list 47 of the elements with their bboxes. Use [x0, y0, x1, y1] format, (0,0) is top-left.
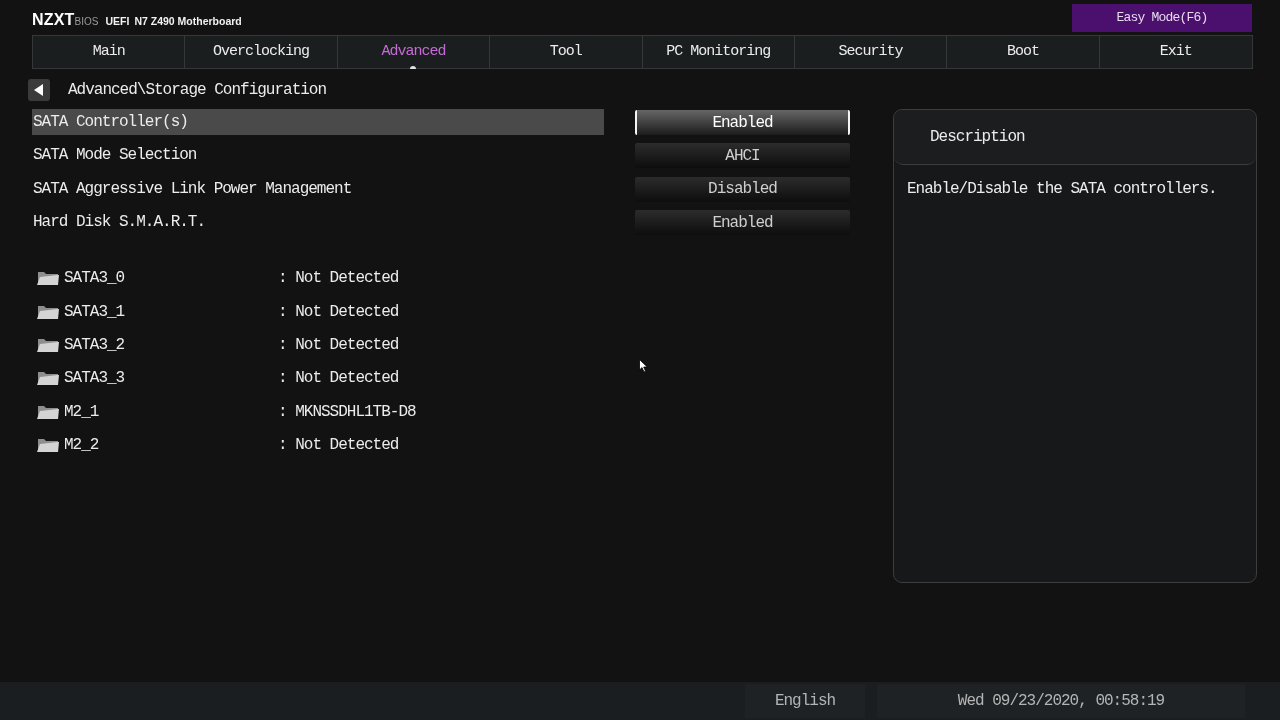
setting-label[interactable]: Hard Disk S.M.A.R.T.: [32, 209, 604, 236]
menu-tab[interactable]: Tool: [490, 36, 643, 68]
left-triangle-icon: [34, 84, 44, 96]
setting-value-button[interactable]: Enabled: [635, 210, 850, 236]
description-text: Enable/Disable the SATA controllers.: [906, 179, 1218, 200]
board-name: N7 Z490 Motherboard: [134, 14, 242, 29]
breadcrumb-path: Advanced\Storage Configuration: [68, 80, 327, 101]
setting-label[interactable]: SATA Aggressive Link Power Management: [32, 175, 604, 202]
setting-value-button[interactable]: AHCI: [635, 143, 850, 169]
setting-value-button[interactable]: Disabled: [635, 176, 850, 202]
language-selector[interactable]: English: [745, 684, 865, 718]
mouse-pointer-icon: [639, 359, 648, 373]
menu-tab[interactable]: Boot: [947, 36, 1100, 68]
menu-tab[interactable]: Overclocking: [185, 36, 338, 68]
folder-icon: [37, 270, 59, 287]
device-status: : Not Detected: [278, 335, 399, 357]
brand-logo: NZXT: [32, 10, 75, 30]
back-button[interactable]: [28, 79, 50, 101]
device-status: : Not Detected: [278, 268, 399, 290]
menu-tab[interactable]: Security: [794, 36, 948, 68]
menu-tab[interactable]: Advanced: [337, 36, 491, 68]
setting-label[interactable]: SATA Controller(s): [32, 109, 604, 135]
firmware-label: UEFI: [105, 14, 130, 29]
device-name: M2_2: [64, 435, 100, 457]
menu-tab[interactable]: PC Monitoring: [642, 36, 795, 68]
device-status: : Not Detected: [278, 368, 399, 390]
device-name: SATA3_1: [64, 301, 126, 323]
description-title: Description: [930, 127, 1025, 148]
menu-tab[interactable]: Exit: [1099, 36, 1252, 68]
folder-icon: [37, 403, 59, 420]
folder-icon: [37, 337, 59, 354]
device-status: : Not Detected: [278, 435, 399, 457]
brand-suffix: BIOS: [74, 16, 99, 29]
easy-mode-button[interactable]: Easy Mode(F6): [1072, 4, 1252, 32]
device-name: SATA3_3: [64, 368, 126, 390]
device-name: SATA3_2: [64, 335, 126, 357]
menu-tab[interactable]: Main: [33, 36, 186, 68]
folder-icon: [37, 437, 59, 454]
device-name: M2_1: [64, 401, 100, 423]
date-time: Wed 09/23/2020, 00:58:19: [877, 684, 1245, 718]
folder-icon: [37, 303, 59, 320]
device-status: : MKNSSDHL1TB-D8: [278, 401, 416, 423]
device-name: SATA3_0: [64, 268, 126, 290]
setting-value-button[interactable]: Enabled: [635, 110, 850, 135]
setting-label[interactable]: SATA Mode Selection: [32, 142, 604, 169]
device-status: : Not Detected: [278, 301, 399, 323]
folder-icon: [37, 370, 59, 387]
